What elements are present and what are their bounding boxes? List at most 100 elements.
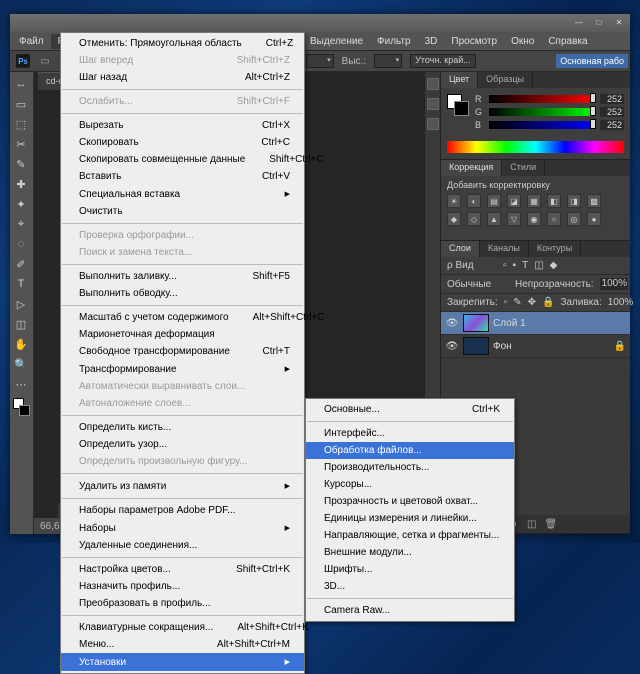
opacity-value[interactable]: 100%: [600, 278, 628, 290]
color-slider[interactable]: [489, 108, 596, 116]
tool-button[interactable]: ◌: [10, 234, 32, 254]
menu-item[interactable]: Марионеточная деформация: [61, 326, 304, 343]
visibility-icon[interactable]: 👁: [445, 318, 459, 329]
filter-icon[interactable]: T: [522, 260, 528, 271]
menu-item[interactable]: Единицы измерения и линейки...: [306, 510, 514, 527]
blend-mode[interactable]: Обычные: [447, 279, 509, 290]
menu-item[interactable]: Скопировать совмещенные данныеShift+Ctrl…: [61, 151, 304, 168]
tool-button[interactable]: ✎: [10, 154, 32, 174]
menu-item[interactable]: Шаг назадAlt+Ctrl+Z: [61, 69, 304, 86]
slider-value[interactable]: 252: [600, 120, 624, 130]
tab-channels[interactable]: Каналы: [480, 241, 529, 257]
adj-icon[interactable]: ◨: [567, 194, 581, 208]
minimize-button[interactable]: —: [572, 18, 586, 28]
tool-button[interactable]: ✋: [10, 334, 32, 354]
adj-icon[interactable]: ▤: [487, 194, 501, 208]
marquee-tool-icon[interactable]: ▭: [38, 54, 52, 68]
color-swatch[interactable]: [447, 94, 469, 116]
height-field[interactable]: [374, 54, 402, 68]
lock-icon[interactable]: 🔒: [542, 297, 554, 308]
adj-icon[interactable]: ○: [547, 212, 561, 226]
adj-icon[interactable]: ▲: [487, 212, 501, 226]
menu-item[interactable]: Настройка цветов...Shift+Ctrl+K: [61, 561, 304, 578]
lock-icon[interactable]: ▫: [504, 297, 508, 308]
tab-layers[interactable]: Слои: [441, 241, 480, 257]
menu-item[interactable]: ВырезатьCtrl+X: [61, 117, 304, 134]
lock-icon[interactable]: ✎: [513, 297, 521, 308]
adj-icon[interactable]: ▩: [587, 194, 601, 208]
color-slider[interactable]: [489, 95, 596, 103]
menu-item[interactable]: СкопироватьCtrl+C: [61, 134, 304, 151]
menu-item[interactable]: Меню...Alt+Shift+Ctrl+M: [61, 636, 304, 653]
color-slider[interactable]: [489, 121, 596, 129]
adj-icon[interactable]: ☀: [447, 194, 461, 208]
menu-item[interactable]: Назначить профиль...: [61, 578, 304, 595]
tool-button[interactable]: ✚: [10, 174, 32, 194]
menu-item[interactable]: Клавиатурные сокращения...Alt+Shift+Ctrl…: [61, 619, 304, 636]
fg-bg-swatch[interactable]: [13, 398, 30, 416]
adj-icon[interactable]: ●: [587, 212, 601, 226]
filter-icon[interactable]: ▫: [503, 260, 507, 271]
collapsed-panel-icon[interactable]: [427, 78, 439, 90]
filter-icon[interactable]: ▪: [513, 260, 517, 271]
width-field[interactable]: [306, 54, 334, 68]
menu-файл[interactable]: Файл: [12, 34, 51, 49]
menu-item[interactable]: Очистить: [61, 203, 304, 220]
close-button[interactable]: ✕: [612, 18, 626, 28]
menu-item[interactable]: Преобразовать в профиль...: [61, 595, 304, 612]
adj-icon[interactable]: ◇: [467, 212, 481, 226]
visibility-icon[interactable]: 👁: [445, 341, 459, 352]
menu-item[interactable]: Выполнить обводку...: [61, 285, 304, 302]
menu-просмотр[interactable]: Просмотр: [444, 34, 504, 49]
menu-выделение[interactable]: Выделение: [303, 34, 370, 49]
menu-item[interactable]: Направляющие, сетка и фрагменты...: [306, 527, 514, 544]
refine-edge-button[interactable]: Уточн. край...: [410, 54, 476, 68]
tab-adjustments[interactable]: Коррекция: [441, 160, 502, 176]
tool-button[interactable]: ↔: [10, 74, 32, 94]
tool-button[interactable]: 🔍: [10, 354, 32, 374]
menu-item[interactable]: Определить кисть...: [61, 419, 304, 436]
menu-item[interactable]: Специальная вставка▶: [61, 185, 304, 203]
menu-item[interactable]: Трансформирование▶: [61, 360, 304, 378]
menu-item[interactable]: Удалить из памяти▶: [61, 477, 304, 495]
tool-button[interactable]: ⌖: [10, 214, 32, 234]
adj-icon[interactable]: ◉: [527, 212, 541, 226]
tab-styles[interactable]: Стили: [502, 160, 545, 176]
adj-icon[interactable]: ◪: [507, 194, 521, 208]
workspace-badge[interactable]: Основная рабо: [556, 54, 628, 68]
menu-item[interactable]: Установки▶: [61, 653, 304, 671]
menu-item[interactable]: Обработка файлов...: [306, 442, 514, 459]
layer-row[interactable]: 👁Фон🔒: [441, 335, 630, 358]
slider-value[interactable]: 252: [600, 107, 624, 117]
menu-item[interactable]: ВставитьCtrl+V: [61, 168, 304, 185]
adj-icon[interactable]: ▽: [507, 212, 521, 226]
menu-item[interactable]: Производительность...: [306, 459, 514, 476]
adj-icon[interactable]: ◆: [447, 212, 461, 226]
tool-button[interactable]: ▷: [10, 294, 32, 314]
collapsed-panel-icon[interactable]: [427, 118, 439, 130]
menu-item[interactable]: Определить узор...: [61, 436, 304, 453]
maximize-button[interactable]: □: [592, 18, 606, 28]
menu-item[interactable]: Прозрачность и цветовой охват...: [306, 493, 514, 510]
adj-icon[interactable]: ◧: [547, 194, 561, 208]
filter-icon[interactable]: ◫: [534, 260, 543, 271]
tab-swatches[interactable]: Образцы: [478, 72, 533, 88]
tool-button[interactable]: ⬚: [10, 114, 32, 134]
layer-row[interactable]: 👁Слой 1: [441, 312, 630, 335]
delete-layer-icon[interactable]: 🗑: [544, 519, 557, 530]
layer-filter[interactable]: ρ Вид: [447, 260, 497, 271]
tool-button[interactable]: T: [10, 274, 32, 294]
menu-окно[interactable]: Окно: [504, 34, 541, 49]
menu-item[interactable]: Интерфейс...: [306, 425, 514, 442]
tab-color[interactable]: Цвет: [441, 72, 478, 88]
adj-icon[interactable]: ▦: [527, 194, 541, 208]
tool-button[interactable]: ✐: [10, 254, 32, 274]
menu-3d[interactable]: 3D: [418, 34, 445, 49]
tool-button[interactable]: ✦: [10, 194, 32, 214]
menu-item[interactable]: Отменить: Прямоугольная областьCtrl+Z: [61, 35, 304, 52]
menu-item[interactable]: 3D...: [306, 578, 514, 595]
color-spectrum[interactable]: [447, 141, 624, 153]
menu-item[interactable]: Курсоры...: [306, 476, 514, 493]
tool-button[interactable]: ◫: [10, 314, 32, 334]
filter-icon[interactable]: ◆: [550, 260, 558, 271]
